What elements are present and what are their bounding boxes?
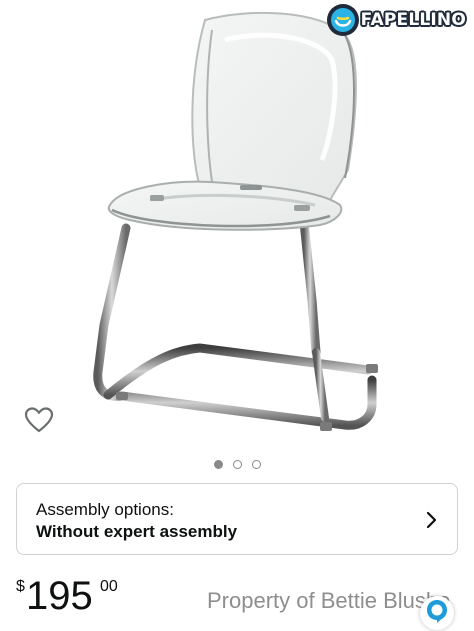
watermark-logo: FAPELLINO (326, 4, 466, 36)
product-image[interactable]: FAPELLINO (0, 0, 474, 448)
property-watermark-text: Property of Bettie Blushe (207, 588, 451, 613)
assembly-options-value: Without expert assembly (36, 522, 238, 541)
logo-text: FAPELLINO (360, 10, 466, 30)
carousel-dot-2[interactable] (232, 460, 242, 469)
carousel-dot-1[interactable] (213, 460, 223, 469)
heart-outline-icon[interactable] (24, 406, 54, 434)
assistant-icon (425, 598, 449, 629)
price-currency: $ (16, 578, 25, 595)
assembly-options-label: Assembly options: (36, 500, 174, 519)
product-page: FAPELLINO Assembly options: Without expe… (0, 0, 474, 631)
price-whole: 195 (26, 574, 93, 618)
logo-face-icon (326, 4, 359, 36)
image-carousel-dots (0, 460, 474, 469)
price-fraction: 00 (100, 578, 118, 595)
assembly-options-selector[interactable]: Assembly options: Without expert assembl… (16, 483, 458, 555)
carousel-dot-3[interactable] (251, 460, 261, 469)
assistant-button[interactable] (420, 596, 454, 630)
chevron-right-icon (425, 511, 437, 534)
